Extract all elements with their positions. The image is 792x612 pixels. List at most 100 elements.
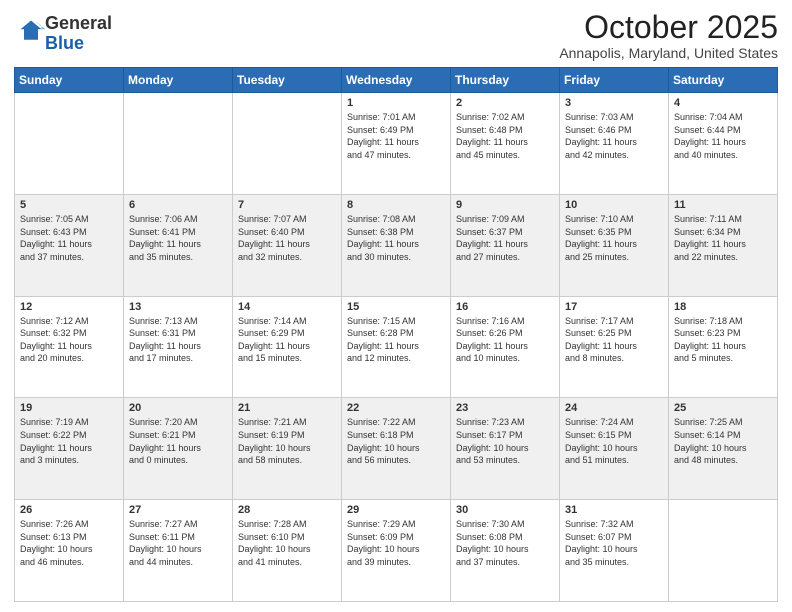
day-info: Sunrise: 7:05 AM Sunset: 6:43 PM Dayligh…: [20, 213, 118, 263]
day-number: 1: [347, 97, 445, 109]
day-info: Sunrise: 7:18 AM Sunset: 6:23 PM Dayligh…: [674, 315, 772, 365]
day-number: 23: [456, 402, 554, 414]
calendar-week-row: 19 Sunrise: 7:19 AM Sunset: 6:22 PM Dayli…: [15, 398, 778, 500]
calendar-week-row: 1 Sunrise: 7:01 AM Sunset: 6:49 PM Daylig…: [15, 93, 778, 195]
day-number: 31: [565, 504, 663, 516]
col-tuesday: Tuesday: [233, 68, 342, 93]
calendar-cell: 28Sunrise: 7:28 AM Sunset: 6:10 PM Dayli…: [233, 500, 342, 602]
day-number: 6: [129, 199, 227, 211]
day-number: 29: [347, 504, 445, 516]
calendar-cell: 6 Sunrise: 7:06 AM Sunset: 6:41 PM Daylig…: [124, 194, 233, 296]
calendar-cell: 15Sunrise: 7:15 AM Sunset: 6:28 PM Dayli…: [342, 296, 451, 398]
day-number: 17: [565, 301, 663, 313]
day-number: 22: [347, 402, 445, 414]
day-info: Sunrise: 7:30 AM Sunset: 6:08 PM Dayligh…: [456, 518, 554, 568]
header: General Blue October 2025 Annapolis, Mar…: [14, 10, 778, 61]
calendar-cell: 26 Sunrise: 7:26 AM Sunset: 6:13 PM Dayli…: [15, 500, 124, 602]
calendar-cell: 21 Sunrise: 7:21 AM Sunset: 6:19 PM Dayli…: [233, 398, 342, 500]
calendar-cell: 25 Sunrise: 7:25 AM Sunset: 6:14 PM Dayli…: [669, 398, 778, 500]
calendar-cell: 17Sunrise: 7:17 AM Sunset: 6:25 PM Dayli…: [560, 296, 669, 398]
col-wednesday: Wednesday: [342, 68, 451, 93]
day-number: 21: [238, 402, 336, 414]
day-number: 3: [565, 97, 663, 109]
logo: General Blue: [14, 14, 112, 54]
day-info: Sunrise: 7:03 AM Sunset: 6:46 PM Dayligh…: [565, 111, 663, 161]
calendar-cell: 1 Sunrise: 7:01 AM Sunset: 6:49 PM Daylig…: [342, 93, 451, 195]
calendar-cell: 23Sunrise: 7:23 AM Sunset: 6:17 PM Dayli…: [451, 398, 560, 500]
day-number: 7: [238, 199, 336, 211]
day-number: 4: [674, 97, 772, 109]
day-info: Sunrise: 7:13 AM Sunset: 6:31 PM Dayligh…: [129, 315, 227, 365]
calendar-cell: 5 Sunrise: 7:05 AM Sunset: 6:43 PM Daylig…: [15, 194, 124, 296]
day-number: 30: [456, 504, 554, 516]
day-number: 20: [129, 402, 227, 414]
day-number: 28: [238, 504, 336, 516]
day-info: Sunrise: 7:25 AM Sunset: 6:14 PM Dayligh…: [674, 416, 772, 466]
day-info: Sunrise: 7:26 AM Sunset: 6:13 PM Dayligh…: [20, 518, 118, 568]
day-info: Sunrise: 7:08 AM Sunset: 6:38 PM Dayligh…: [347, 213, 445, 263]
calendar-week-row: 26 Sunrise: 7:26 AM Sunset: 6:13 PM Dayli…: [15, 500, 778, 602]
day-number: 18: [674, 301, 772, 313]
calendar-cell: 13 Sunrise: 7:13 AM Sunset: 6:31 PM Dayli…: [124, 296, 233, 398]
day-info: Sunrise: 7:21 AM Sunset: 6:19 PM Dayligh…: [238, 416, 336, 466]
col-thursday: Thursday: [451, 68, 560, 93]
day-info: Sunrise: 7:27 AM Sunset: 6:11 PM Dayligh…: [129, 518, 227, 568]
day-info: Sunrise: 7:32 AM Sunset: 6:07 PM Dayligh…: [565, 518, 663, 568]
day-info: Sunrise: 7:20 AM Sunset: 6:21 PM Dayligh…: [129, 416, 227, 466]
day-info: Sunrise: 7:04 AM Sunset: 6:44 PM Dayligh…: [674, 111, 772, 161]
calendar-week-row: 12Sunrise: 7:12 AM Sunset: 6:32 PM Dayli…: [15, 296, 778, 398]
calendar-cell: 24 Sunrise: 7:24 AM Sunset: 6:15 PM Dayli…: [560, 398, 669, 500]
day-number: 14: [238, 301, 336, 313]
day-number: 8: [347, 199, 445, 211]
day-info: Sunrise: 7:02 AM Sunset: 6:48 PM Dayligh…: [456, 111, 554, 161]
day-number: 2: [456, 97, 554, 109]
col-friday: Friday: [560, 68, 669, 93]
day-info: Sunrise: 7:22 AM Sunset: 6:18 PM Dayligh…: [347, 416, 445, 466]
day-number: 9: [456, 199, 554, 211]
day-number: 13: [129, 301, 227, 313]
day-info: Sunrise: 7:06 AM Sunset: 6:41 PM Dayligh…: [129, 213, 227, 263]
calendar-cell: 9Sunrise: 7:09 AM Sunset: 6:37 PM Daylig…: [451, 194, 560, 296]
calendar-table: Sunday Monday Tuesday Wednesday Thursday…: [14, 67, 778, 602]
logo-general-text: General: [45, 13, 112, 33]
calendar-cell: 31 Sunrise: 7:32 AM Sunset: 6:07 PM Dayli…: [560, 500, 669, 602]
calendar-cell: 4 Sunrise: 7:04 AM Sunset: 6:44 PM Daylig…: [669, 93, 778, 195]
day-number: 27: [129, 504, 227, 516]
day-number: 11: [674, 199, 772, 211]
day-info: Sunrise: 7:01 AM Sunset: 6:49 PM Dayligh…: [347, 111, 445, 161]
day-number: 24: [565, 402, 663, 414]
logo-blue-text: Blue: [45, 33, 84, 53]
month-title: October 2025: [559, 10, 778, 45]
day-number: 25: [674, 402, 772, 414]
col-saturday: Saturday: [669, 68, 778, 93]
calendar-week-row: 5 Sunrise: 7:05 AM Sunset: 6:43 PM Daylig…: [15, 194, 778, 296]
calendar-cell: 30 Sunrise: 7:30 AM Sunset: 6:08 PM Dayli…: [451, 500, 560, 602]
calendar-cell: 29 Sunrise: 7:29 AM Sunset: 6:09 PM Dayli…: [342, 500, 451, 602]
calendar-cell: 20 Sunrise: 7:20 AM Sunset: 6:21 PM Dayli…: [124, 398, 233, 500]
calendar-header-row: Sunday Monday Tuesday Wednesday Thursday…: [15, 68, 778, 93]
logo-icon: [17, 17, 45, 45]
calendar-cell: 11Sunrise: 7:11 AM Sunset: 6:34 PM Dayli…: [669, 194, 778, 296]
day-info: Sunrise: 7:16 AM Sunset: 6:26 PM Dayligh…: [456, 315, 554, 365]
calendar-cell: 14Sunrise: 7:14 AM Sunset: 6:29 PM Dayli…: [233, 296, 342, 398]
calendar-cell: 2 Sunrise: 7:02 AM Sunset: 6:48 PM Daylig…: [451, 93, 560, 195]
day-number: 15: [347, 301, 445, 313]
calendar-cell: [233, 93, 342, 195]
day-info: Sunrise: 7:10 AM Sunset: 6:35 PM Dayligh…: [565, 213, 663, 263]
location-subtitle: Annapolis, Maryland, United States: [559, 45, 778, 61]
day-number: 19: [20, 402, 118, 414]
calendar-cell: 27 Sunrise: 7:27 AM Sunset: 6:11 PM Dayli…: [124, 500, 233, 602]
calendar-cell: [669, 500, 778, 602]
calendar-cell: 10Sunrise: 7:10 AM Sunset: 6:35 PM Dayli…: [560, 194, 669, 296]
day-info: Sunrise: 7:29 AM Sunset: 6:09 PM Dayligh…: [347, 518, 445, 568]
calendar-cell: [124, 93, 233, 195]
calendar-cell: [15, 93, 124, 195]
page: General Blue October 2025 Annapolis, Mar…: [0, 0, 792, 612]
day-info: Sunrise: 7:19 AM Sunset: 6:22 PM Dayligh…: [20, 416, 118, 466]
calendar-cell: 3 Sunrise: 7:03 AM Sunset: 6:46 PM Daylig…: [560, 93, 669, 195]
day-info: Sunrise: 7:24 AM Sunset: 6:15 PM Dayligh…: [565, 416, 663, 466]
calendar-cell: 18 Sunrise: 7:18 AM Sunset: 6:23 PM Dayli…: [669, 296, 778, 398]
day-number: 26: [20, 504, 118, 516]
calendar-cell: 16Sunrise: 7:16 AM Sunset: 6:26 PM Dayli…: [451, 296, 560, 398]
day-number: 5: [20, 199, 118, 211]
